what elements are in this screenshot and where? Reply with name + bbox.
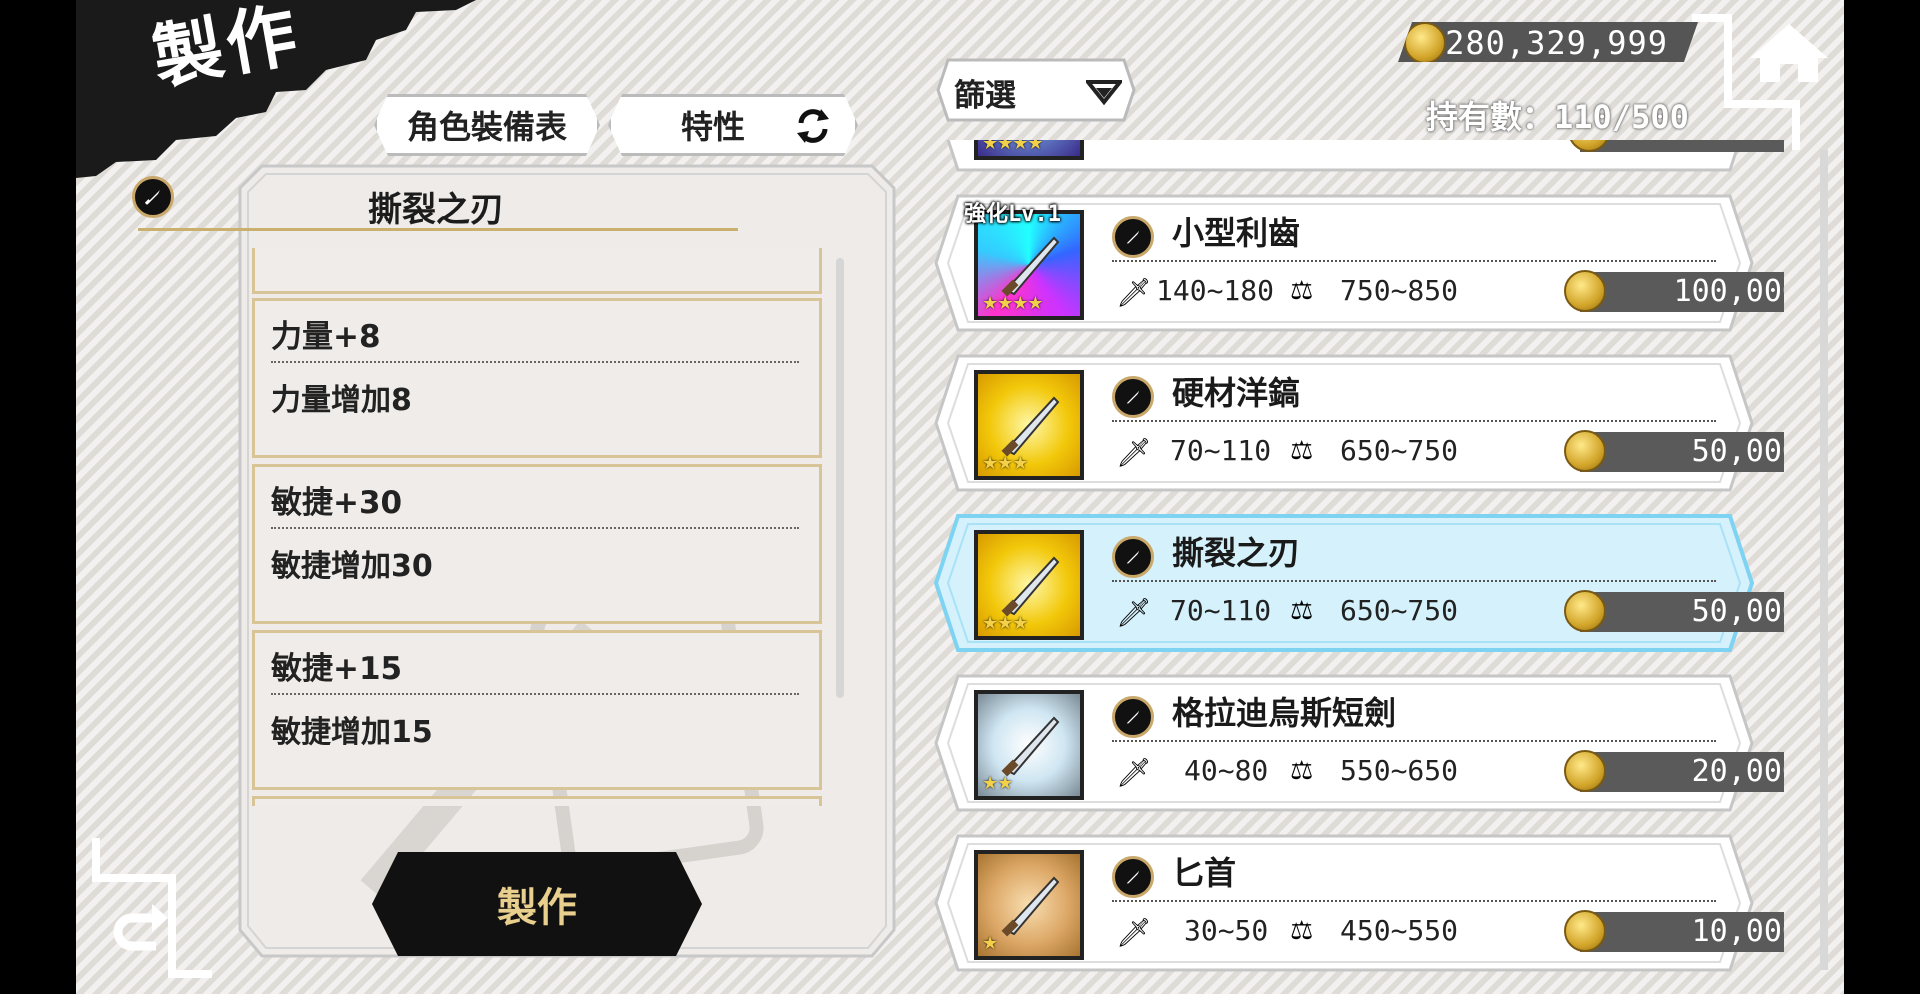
list-item-selected[interactable]: ★★★ 撕裂之刃 🗡 70~110 ⚖ 650~750 50,000 — [934, 514, 1754, 652]
refresh-icon[interactable] — [793, 107, 833, 145]
knife-icon — [1001, 556, 1060, 617]
list-item[interactable]: ★★★ 硬材洋鎬 🗡 70~110 ⚖ 650~750 50,000 — [934, 354, 1754, 492]
attack-range: 70~110 — [1170, 434, 1272, 467]
trait-card: 敏捷+30 敏捷增加30 — [252, 464, 822, 624]
tab-character-equipment[interactable]: 角色裝備表 — [374, 94, 600, 156]
coin-icon — [1564, 590, 1606, 632]
dagger-icon — [1112, 536, 1154, 578]
item-name: 小型利齒 — [1172, 214, 1301, 252]
weight-range: 450~550 — [1340, 914, 1459, 947]
item-name: 格拉迪烏斯短劍 — [1172, 694, 1397, 732]
knife-icon — [1001, 396, 1060, 457]
attack-icon: 🗡 — [1116, 276, 1152, 309]
price-bar: 50,000 — [1580, 592, 1784, 632]
attack-icon: 🗡 — [1116, 596, 1152, 629]
weight-range: 750~850 — [1340, 274, 1459, 307]
price-bar: 50,000 — [1580, 432, 1784, 472]
home-icon — [1750, 24, 1828, 82]
list-item[interactable]: ★★★★ 強化Lv.1 小型利齒 🗡 140~180 ⚖ 750~850 100… — [934, 194, 1754, 332]
item-thumbnail: ★★★ — [974, 370, 1084, 480]
tab-label: 角色裝備表 — [406, 108, 567, 146]
dagger-icon — [1112, 216, 1154, 258]
coin-icon — [1564, 910, 1606, 952]
attack-range: 30~50 — [1184, 914, 1269, 947]
price: 50,000 — [1691, 434, 1782, 469]
weight-range: 650~750 — [1340, 434, 1459, 467]
item-list[interactable]: ★★★★ ★★★★ 強化Lv.1 小型利齒 🗡 140~180 ⚖ 750~85… — [928, 140, 1784, 978]
list-item[interactable]: ★ 匕首 🗡 30~50 ⚖ 450~550 10,000 — [934, 834, 1754, 972]
detail-header: 撕裂之刃 — [132, 176, 738, 232]
craft-label: 製作 — [497, 884, 577, 931]
tab-label: 特性 — [681, 108, 746, 146]
item-name: 匕首 — [1172, 854, 1237, 892]
weight-icon: ⚖ — [1290, 436, 1314, 466]
trait-description: 力量增加8 — [271, 383, 412, 418]
trait-description: 敏捷增加15 — [271, 715, 433, 750]
scrollbar[interactable] — [836, 258, 844, 698]
weight-range: 650~750 — [1340, 594, 1459, 627]
price: 10,000 — [1691, 914, 1782, 949]
coin-icon — [1564, 270, 1606, 312]
item-thumbnail: ★ — [974, 850, 1084, 960]
item-thumbnail: ★★★ — [974, 530, 1084, 640]
owned-count: 持有數：110/500 — [1426, 98, 1689, 136]
coin-icon — [1564, 430, 1606, 472]
knife-icon — [1001, 876, 1060, 937]
craft-button[interactable]: 製作 — [372, 852, 702, 956]
filter-dropdown[interactable]: 篩選 — [936, 58, 1136, 122]
item-name: 撕裂之刃 — [368, 190, 504, 230]
trait-card: 力量+8 力量增加8 — [252, 298, 822, 458]
home-button[interactable] — [1748, 22, 1830, 84]
attack-range: 70~110 — [1170, 594, 1272, 627]
weight-icon: ⚖ — [1290, 756, 1314, 786]
weight-range: 550~650 — [1340, 754, 1459, 787]
item-name: 硬材洋鎬 — [1172, 374, 1301, 412]
back-button[interactable] — [92, 838, 212, 978]
price: 100,000 — [1673, 274, 1782, 309]
price-bar: 10,000 — [1580, 912, 1784, 952]
coin-icon — [1404, 22, 1446, 64]
trait-title: 敏捷+15 — [271, 651, 403, 687]
dagger-icon — [1112, 376, 1154, 418]
attack-icon: 🗡 — [1116, 916, 1152, 949]
attack-icon: 🗡 — [1116, 436, 1152, 469]
trait-title: 敏捷+30 — [271, 485, 403, 521]
list-item — [252, 796, 822, 806]
dagger-icon — [1112, 696, 1154, 738]
price-bar: 100,000 — [1580, 272, 1784, 312]
chevron-down-icon — [1086, 80, 1122, 106]
price: 50,000 — [1691, 594, 1782, 629]
coin-icon — [1564, 750, 1606, 792]
item-thumbnail: ★★ — [974, 690, 1084, 800]
filter-label: 篩選 — [954, 78, 1016, 114]
price: 20,000 — [1691, 754, 1782, 789]
divider — [138, 228, 738, 231]
attack-range: 40~80 — [1184, 754, 1269, 787]
knife-icon — [1001, 716, 1060, 777]
trait-title: 力量+8 — [271, 319, 381, 355]
list-item[interactable]: ★★★★ — [934, 140, 1754, 172]
tab-traits[interactable]: 特性 — [608, 94, 858, 156]
list-item — [252, 248, 822, 294]
list-item[interactable]: ★★ 格拉迪烏斯短劍 🗡 40~80 ⚖ 550~650 20,000 — [934, 674, 1754, 812]
weight-icon: ⚖ — [1290, 596, 1314, 626]
item-name: 撕裂之刃 — [1172, 534, 1301, 572]
item-thumbnail: ★★★★ — [974, 140, 1084, 160]
price-bar: 20,000 — [1580, 752, 1784, 792]
trait-description: 敏捷增加30 — [271, 549, 433, 584]
weight-icon: ⚖ — [1290, 916, 1314, 946]
money-display: 280,329,999 — [1398, 22, 1698, 62]
weight-icon: ⚖ — [1290, 276, 1314, 306]
knife-icon — [1001, 236, 1060, 297]
attack-icon: 🗡 — [1116, 756, 1152, 789]
dagger-icon — [1112, 856, 1154, 898]
crafting-screen: 製作 角色裝備表 特性 撕裂之刃 力量+8 力量增加8 敏捷+30 敏捷增加30… — [76, 0, 1844, 994]
attack-range: 140~180 — [1156, 274, 1275, 307]
scrollbar[interactable] — [1820, 150, 1828, 970]
enhance-level-badge: 強化Lv.1 — [964, 202, 1061, 227]
trait-list[interactable]: 力量+8 力量增加8 敏捷+30 敏捷增加30 敏捷+15 敏捷增加15 — [234, 248, 834, 806]
money-amount: 280,329,999 — [1445, 24, 1668, 62]
trait-card: 敏捷+15 敏捷增加15 — [252, 630, 822, 790]
